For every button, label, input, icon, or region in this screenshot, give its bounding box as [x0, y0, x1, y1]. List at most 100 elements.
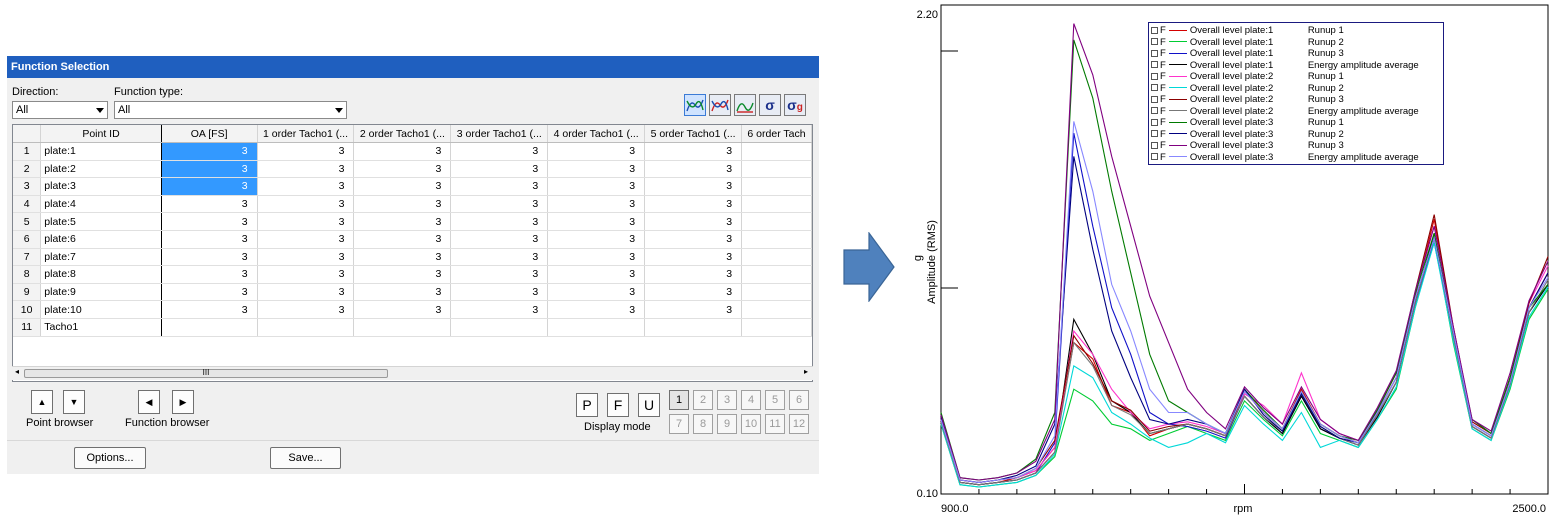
table-row[interactable]: 9 plate:9 3 3 3 3 3 3 — [13, 283, 812, 302]
function-cell[interactable]: 3 — [450, 283, 549, 302]
function-cell[interactable] — [161, 318, 258, 337]
function-cell[interactable]: 3 — [161, 177, 258, 196]
point-up-button[interactable]: ▲ — [31, 390, 53, 414]
checkbox-icon[interactable] — [1151, 141, 1158, 149]
checkbox-icon[interactable] — [1151, 153, 1158, 161]
row-number[interactable]: 8 — [13, 265, 42, 284]
row-number[interactable]: 7 — [13, 248, 42, 267]
function-prev-button[interactable]: ◀ — [138, 390, 160, 414]
function-cell[interactable]: 3 — [644, 248, 743, 267]
function-cell[interactable]: 3 — [450, 212, 549, 231]
checkbox-icon[interactable] — [1151, 84, 1158, 92]
function-cell[interactable]: 3 — [644, 142, 743, 161]
page-button-11[interactable]: 11 — [765, 414, 785, 434]
function-cell[interactable]: 3 — [353, 177, 452, 196]
point-id-cell[interactable]: plate:7 — [40, 248, 162, 267]
row-number[interactable]: 11 — [13, 318, 42, 337]
scroll-thumb[interactable]: III — [24, 369, 388, 378]
function-cell[interactable]: 3 — [547, 142, 646, 161]
function-cell[interactable]: 3 — [450, 195, 549, 214]
function-cell[interactable]: 3 — [353, 160, 452, 179]
function-cell[interactable]: 3 — [161, 160, 258, 179]
point-id-cell[interactable]: plate:5 — [40, 212, 162, 231]
function-cell[interactable]: 3 — [161, 142, 258, 161]
save-button[interactable]: Save... — [270, 447, 341, 469]
function-cell[interactable] — [450, 318, 549, 337]
table-row[interactable]: 2 plate:2 3 3 3 3 3 3 — [13, 160, 812, 179]
function-cell[interactable]: 3 — [644, 212, 743, 231]
function-cell[interactable] — [257, 318, 355, 337]
function-cell[interactable]: 3 — [257, 265, 355, 284]
function-cell[interactable]: 3 — [353, 300, 452, 319]
legend-entry[interactable]: F Overall level plate:1 Runup 2 — [1151, 37, 1344, 49]
function-cell[interactable]: 3 — [547, 160, 646, 179]
scroll-right-icon[interactable]: ▸ — [804, 367, 808, 376]
function-cell[interactable] — [741, 142, 812, 161]
curve-average-button[interactable] — [734, 94, 756, 116]
table-row[interactable]: 7 plate:7 3 3 3 3 3 3 — [13, 248, 812, 267]
checkbox-icon[interactable] — [1151, 49, 1158, 57]
function-cell[interactable]: 3 — [547, 300, 646, 319]
display-mode-u-button[interactable]: U — [638, 393, 660, 417]
function-cell[interactable] — [741, 195, 812, 214]
checkbox-icon[interactable] — [1151, 72, 1158, 80]
table-row[interactable]: 1 plate:1 3 3 3 3 3 3 — [13, 142, 812, 161]
function-cell[interactable]: 3 — [353, 212, 452, 231]
legend-entry[interactable]: F Overall level plate:3 Runup 2 — [1151, 129, 1344, 141]
table-row[interactable]: 6 plate:6 3 3 3 3 3 3 — [13, 230, 812, 249]
function-cell[interactable]: 3 — [644, 283, 743, 302]
scroll-left-icon[interactable]: ◂ — [15, 367, 19, 376]
function-cell[interactable] — [741, 300, 812, 319]
function-cell[interactable]: 3 — [450, 177, 549, 196]
checkbox-icon[interactable] — [1151, 61, 1158, 69]
column-header[interactable]: 4 order Tacho1 (... — [547, 125, 646, 143]
row-number[interactable]: 6 — [13, 230, 42, 249]
function-cell[interactable]: 3 — [353, 142, 452, 161]
legend-entry[interactable]: F Overall level plate:3 Runup 1 — [1151, 117, 1344, 129]
function-type-select[interactable]: All — [114, 101, 347, 119]
function-cell[interactable]: 3 — [547, 265, 646, 284]
function-cell[interactable]: 3 — [257, 248, 355, 267]
function-cell[interactable]: 3 — [353, 283, 452, 302]
function-cell[interactable]: 3 — [450, 300, 549, 319]
checkbox-icon[interactable] — [1151, 130, 1158, 138]
column-header[interactable]: 2 order Tacho1 (... — [353, 125, 452, 143]
function-cell[interactable] — [741, 160, 812, 179]
function-cell[interactable]: 3 — [547, 177, 646, 196]
legend-entry[interactable]: F Overall level plate:1 Energy amplitude a… — [1151, 60, 1419, 72]
column-header[interactable]: 3 order Tacho1 (... — [450, 125, 549, 143]
page-button-9[interactable]: 9 — [717, 414, 737, 434]
point-id-cell[interactable]: plate:9 — [40, 283, 162, 302]
function-next-button[interactable]: ▶ — [172, 390, 194, 414]
page-button-2[interactable]: 2 — [693, 390, 713, 410]
display-mode-p-button[interactable]: P — [576, 393, 598, 417]
function-cell[interactable]: 3 — [353, 248, 452, 267]
checkbox-icon[interactable] — [1151, 38, 1158, 46]
page-button-5[interactable]: 5 — [765, 390, 785, 410]
function-cell[interactable] — [741, 265, 812, 284]
direction-select[interactable]: All — [12, 101, 108, 119]
function-cell[interactable]: 3 — [257, 283, 355, 302]
function-cell[interactable]: 3 — [161, 195, 258, 214]
point-id-cell[interactable]: Tacho1 — [40, 318, 162, 337]
function-cell[interactable]: 3 — [161, 265, 258, 284]
legend-entry[interactable]: F Overall level plate:1 Runup 1 — [1151, 25, 1344, 37]
function-cell[interactable]: 3 — [257, 177, 355, 196]
function-cell[interactable]: 3 — [450, 248, 549, 267]
point-id-cell[interactable]: plate:6 — [40, 230, 162, 249]
table-row[interactable]: 8 plate:8 3 3 3 3 3 3 — [13, 265, 812, 284]
page-button-4[interactable]: 4 — [741, 390, 761, 410]
row-number[interactable]: 3 — [13, 177, 42, 196]
function-cell[interactable]: 3 — [257, 195, 355, 214]
function-cell[interactable]: 3 — [644, 177, 743, 196]
point-id-cell[interactable]: plate:3 — [40, 177, 162, 196]
point-down-button[interactable]: ▼ — [63, 390, 85, 414]
column-header[interactable]: 5 order Tacho1 (... — [644, 125, 743, 143]
function-cell[interactable]: 3 — [257, 142, 355, 161]
display-mode-f-button[interactable]: F — [607, 393, 629, 417]
page-button-7[interactable]: 7 — [669, 414, 689, 434]
row-number[interactable]: 5 — [13, 212, 42, 231]
function-cell[interactable]: 3 — [257, 230, 355, 249]
row-number[interactable]: 2 — [13, 160, 42, 179]
page-button-1[interactable]: 1 — [669, 390, 689, 410]
